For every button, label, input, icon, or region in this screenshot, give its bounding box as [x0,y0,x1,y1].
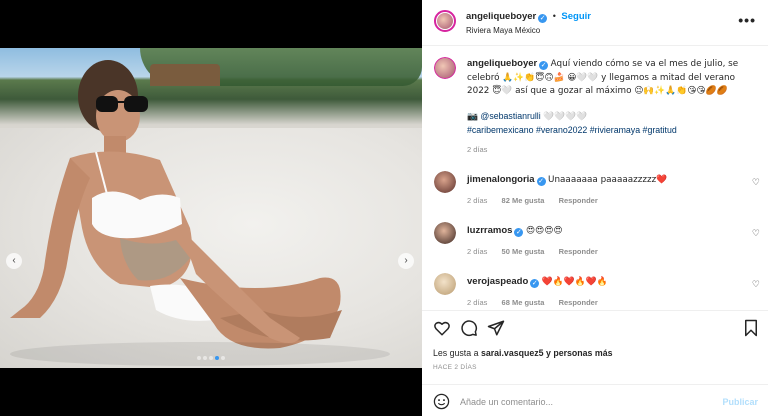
carousel-dot [203,356,207,360]
comment-like-heart-icon[interactable]: ♡ [752,228,760,239]
caption-meta: 2 días [467,145,499,154]
author-avatar[interactable] [434,10,456,32]
carousel-prev-icon[interactable]: ‹ [6,253,22,269]
likes-prefix: Les gusta a [433,348,481,358]
post-photo[interactable]: ‹ › [0,48,422,368]
reply-button[interactable]: Responder [559,247,598,256]
comment-meta: 2 días 82 Me gusta Responder [467,196,610,205]
comment-body: Unaaaaaaa paaaaazzzzz❤️ [548,175,668,185]
comment-text: luzrramos ✓ 😍😍😍😍 [467,224,757,238]
post-actions-bar [422,310,768,344]
woman-figure [10,60,390,366]
carousel-dot [209,356,213,360]
reply-button[interactable]: Responder [559,196,598,205]
commenter-avatar[interactable] [434,273,456,295]
carousel-next-icon[interactable]: › [398,253,414,269]
comment-text: jimenalongoria ✓ Unaaaaaaa paaaaazzzzz❤️ [467,173,757,187]
post-media-area: ‹ › [0,0,422,416]
carousel-dot [221,356,225,360]
comment-meta: 2 días 50 Me gusta Responder [467,247,610,256]
caption-time[interactable]: 2 días [467,145,487,154]
caption-avatar[interactable] [434,57,456,79]
add-comment-bar: Añade un comentario... Publicar [422,384,768,416]
comment-username[interactable]: jimenalongoria [467,174,535,185]
carousel-dot [197,356,201,360]
more-options-icon[interactable]: ••• [738,12,756,28]
comment-time[interactable]: 2 días [467,298,487,307]
comments-section: angeliqueboyer ✓ Aquí viendo cómo se va e… [422,48,768,310]
comment-likes[interactable]: 50 Me gusta [502,247,545,256]
publish-button[interactable]: Publicar [722,397,758,407]
comment-time[interactable]: 2 días [467,247,487,256]
comment-text: verojaspeado ✓ ❤️🔥❤️🔥❤️🔥 [467,275,757,289]
comment-like-heart-icon[interactable]: ♡ [752,177,760,188]
comment-time[interactable]: 2 días [467,196,487,205]
caption-line-2: celebró 🙏✨👏😇🙃🍰 😀🤍🤍 y llegamos a mitad de… [467,72,735,83]
heart-icon[interactable] [433,319,451,337]
verified-badge-icon: ✓ [514,228,524,237]
share-icon[interactable] [487,319,505,337]
caption-line-3: 2022 😇🤍 así que a gozar al máximo 😉🙌✨🙏👏😘… [467,86,728,96]
post-sidebar: angeliqueboyer ✓ • Seguir Riviera Maya Mé… [422,0,768,416]
comment-input[interactable]: Añade un comentario... [460,397,553,407]
credit-hearts: 🤍🤍🤍🤍 [543,112,587,122]
verified-badge-icon: ✓ [530,279,540,288]
smiley-icon[interactable] [433,393,450,410]
post-header: angeliqueboyer ✓ • Seguir Riviera Maya Mé… [422,0,768,46]
comment-icon[interactable] [460,319,478,337]
caption-text: angeliqueboyer ✓ Aquí viendo cómo se va e… [467,57,757,136]
comment-body: 😍😍😍😍 [525,226,563,236]
hashtags-link[interactable]: #caribemexicano #verano2022 #rivieramaya… [467,125,677,135]
comment-username[interactable]: verojaspeado [467,276,528,287]
commenter-avatar[interactable] [434,222,456,244]
commenter-avatar[interactable] [434,171,456,193]
verified-badge-icon: ✓ [538,14,548,23]
post-timestamp[interactable]: HACE 2 DÍAS [433,364,477,371]
comment-likes[interactable]: 68 Me gusta [502,298,545,307]
likes-summary: Les gusta a sarai.vasquez5 y personas má… [433,348,613,358]
comment-like-heart-icon[interactable]: ♡ [752,279,760,290]
post-location[interactable]: Riviera Maya México [466,26,540,35]
caption-username[interactable]: angeliqueboyer [467,58,537,69]
bookmark-icon[interactable] [742,319,760,337]
comment-username[interactable]: luzrramos [467,225,512,236]
verified-badge-icon: ✓ [539,61,549,70]
comment-body: ❤️🔥❤️🔥❤️🔥 [541,277,608,287]
follow-button[interactable]: Seguir [561,11,591,22]
verified-badge-icon: ✓ [536,177,546,186]
likes-suffix[interactable]: y personas más [544,348,613,358]
carousel-dot-active [215,356,219,360]
caption-line-1: Aquí viendo cómo se va el mes de julio, … [550,59,739,69]
comment-meta: 2 días 68 Me gusta Responder [467,298,610,307]
likes-user-link[interactable]: sarai.vasquez5 [481,348,544,358]
comment-likes[interactable]: 82 Me gusta [502,196,545,205]
separator-dot: • [552,11,556,21]
carousel-indicator [0,352,422,362]
mention-link[interactable]: @sebastianrulli [480,111,540,121]
camera-icon: 📷 [467,112,478,122]
reply-button[interactable]: Responder [559,298,598,307]
author-username[interactable]: angeliqueboyer [466,11,536,22]
